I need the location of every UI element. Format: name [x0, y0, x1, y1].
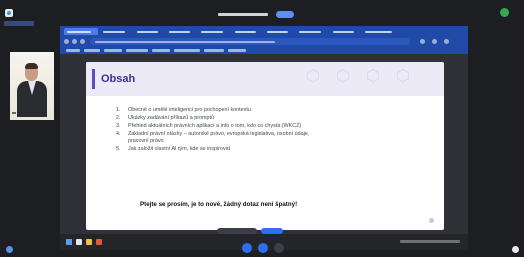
menu-icon[interactable] [444, 39, 449, 44]
decor-hexagon-icon: ⬡ [306, 68, 320, 85]
back-icon[interactable] [64, 39, 69, 44]
presenter-name-tag [12, 112, 16, 114]
meeting-title [218, 13, 268, 16]
leave-icon[interactable] [274, 243, 284, 253]
address-bar-row [60, 37, 468, 46]
url-input[interactable] [90, 38, 410, 45]
folder-icon[interactable] [86, 239, 92, 245]
browser-tab[interactable] [166, 28, 196, 35]
browser-tab[interactable] [100, 28, 132, 35]
list-item: 1. Obecně o umělé inteligenci pro pochope… [116, 107, 251, 113]
bookmark-item[interactable] [126, 49, 148, 52]
closing-prompt: Ptejte se prosím, je to nové, žádný dota… [140, 201, 298, 208]
bookmark-item[interactable] [228, 49, 246, 52]
settings-icon[interactable] [512, 246, 519, 253]
browser-tab[interactable] [362, 28, 400, 35]
decor-hexagon-icon: ⬡ [396, 68, 410, 85]
info-icon[interactable] [6, 246, 13, 253]
bookmarks-bar [60, 46, 468, 54]
meeting-top-bar [0, 0, 524, 28]
list-item: 2. Ukázky zadávání příkazů a promptů [116, 115, 214, 121]
reload-icon[interactable] [80, 39, 85, 44]
bookmark-item[interactable] [152, 49, 170, 52]
decor-hexagon-icon: ⬡ [366, 68, 380, 85]
accent-bar [92, 69, 95, 89]
profile-icon[interactable] [432, 39, 437, 44]
footer-logo-icon [429, 218, 434, 223]
list-item: 3. Přehled aktuálních právních aplikací a… [116, 123, 302, 129]
browser-tab[interactable] [134, 28, 164, 35]
browser-tab[interactable] [264, 28, 294, 35]
system-tray[interactable] [400, 240, 460, 243]
browser-icon[interactable] [96, 239, 102, 245]
status-pill[interactable] [276, 11, 294, 18]
camera-icon[interactable] [258, 243, 268, 253]
bookmark-item[interactable] [204, 49, 224, 52]
presentation-viewer: Obsah ⬡ ⬡ ⬡ ⬡ 1. Obecně o umělé inteligen… [60, 54, 468, 234]
slide: Obsah ⬡ ⬡ ⬡ ⬡ 1. Obecně o umělé inteligen… [86, 62, 444, 230]
decor-hexagon-icon: ⬡ [336, 68, 350, 85]
search-icon[interactable] [76, 239, 82, 245]
shield-icon[interactable] [500, 8, 509, 17]
start-icon[interactable] [66, 239, 72, 245]
bookmark-item[interactable] [104, 49, 122, 52]
bookmark-item[interactable] [84, 49, 100, 52]
list-item: 5. Jak založit vlastní AI tým, kde se ins… [116, 146, 231, 152]
slide-title: Obsah [101, 73, 136, 85]
browser-tab[interactable] [296, 28, 328, 35]
account-chip[interactable] [4, 21, 34, 26]
list-item: pracovní právo [128, 138, 164, 144]
extension-icon[interactable] [420, 39, 425, 44]
bookmark-item[interactable] [66, 49, 80, 52]
slide-heading-band: Obsah ⬡ ⬡ ⬡ ⬡ [86, 62, 444, 96]
forward-icon[interactable] [72, 39, 77, 44]
browser-tab[interactable] [198, 28, 230, 35]
browser-tab[interactable] [232, 28, 262, 35]
presenter-video-tile[interactable] [10, 52, 54, 120]
browser-tab[interactable] [330, 28, 360, 35]
list-item: 4. Základní právní otázky – autorské práv… [116, 131, 310, 137]
app-logo-icon[interactable] [5, 9, 13, 17]
bookmark-item[interactable] [174, 49, 200, 52]
shared-screen: Obsah ⬡ ⬡ ⬡ ⬡ 1. Obecně o umělé inteligen… [60, 26, 468, 250]
browser-tab-strip [60, 26, 468, 37]
browser-tab[interactable] [64, 28, 98, 35]
mic-icon[interactable] [242, 243, 252, 253]
